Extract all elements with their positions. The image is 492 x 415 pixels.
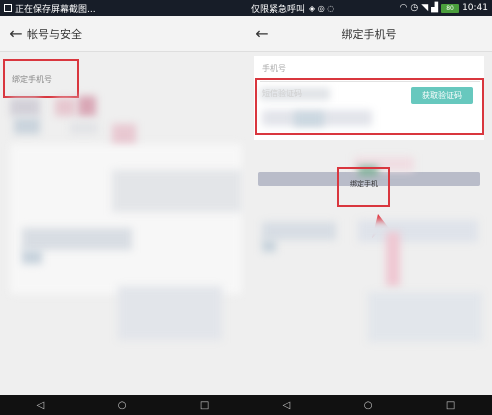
main-content: 绑定手机号 bbox=[0, 52, 246, 415]
page-title: 绑定手机号 bbox=[341, 27, 397, 41]
home-circle-icon[interactable]: ○ bbox=[118, 400, 127, 411]
back-triangle-icon[interactable]: ◁ bbox=[37, 400, 45, 411]
blurred-block bbox=[70, 122, 98, 134]
status-notification: 正在保存屏幕截图... bbox=[15, 4, 96, 15]
page-title: 帐号与安全 bbox=[27, 27, 82, 41]
main-content: 手机号 短信验证码 获取验证码 绑定手机 bbox=[246, 52, 492, 415]
back-triangle-icon[interactable]: ◁ bbox=[283, 400, 291, 411]
back-arrow-icon[interactable]: ← bbox=[5, 23, 27, 45]
highlight-box bbox=[337, 167, 390, 207]
recents-square-icon[interactable]: □ bbox=[446, 400, 455, 411]
blurred-block bbox=[22, 250, 42, 264]
blurred-block bbox=[112, 170, 242, 212]
headphone-icon: ◠ bbox=[399, 3, 408, 13]
header-bar: ← 绑定手机号 bbox=[246, 16, 492, 52]
left-phone-screen: 正在保存屏幕截图... ← 帐号与安全 绑定手机号 ◁ ○ □ bbox=[0, 0, 246, 415]
back-arrow-icon[interactable]: ← bbox=[251, 23, 273, 45]
header-bar: ← 帐号与安全 bbox=[0, 16, 246, 52]
alarm-icon: ◷ bbox=[410, 3, 419, 13]
blurred-block bbox=[22, 228, 132, 250]
blurred-block bbox=[262, 240, 276, 252]
blurred-block bbox=[262, 222, 336, 240]
blurred-block bbox=[118, 286, 222, 340]
recents-square-icon[interactable]: □ bbox=[200, 400, 209, 411]
status-bar: 正在保存屏幕截图... bbox=[0, 0, 246, 16]
highlight-box bbox=[255, 78, 484, 135]
screenshot-icon bbox=[4, 4, 12, 12]
blurred-block bbox=[358, 220, 478, 242]
wifi-icon: ◥ bbox=[421, 3, 429, 13]
blurred-block bbox=[55, 98, 75, 116]
blurred-block bbox=[368, 292, 482, 342]
android-nav-bar: ◁ ○ □ bbox=[0, 395, 246, 415]
right-phone-screen: 仅限紧急呼叫 ◈ ◎ ◌ ◠ ◷ ◥ ▟ 80 10:41 ← 绑定手机号 手机… bbox=[246, 0, 492, 415]
notification-icons: ◈ ◎ ◌ bbox=[309, 3, 335, 13]
status-time: 10:41 bbox=[462, 3, 488, 13]
android-nav-bar: ◁ ○ □ bbox=[246, 395, 492, 415]
blurred-block bbox=[14, 118, 40, 134]
blurred-panel bbox=[10, 144, 242, 294]
blurred-block bbox=[386, 232, 400, 286]
phone-input[interactable]: 手机号 bbox=[262, 63, 286, 74]
battery-icon: 80 bbox=[441, 3, 460, 13]
status-bar: 仅限紧急呼叫 ◈ ◎ ◌ ◠ ◷ ◥ ▟ 80 10:41 bbox=[246, 0, 492, 16]
home-circle-icon[interactable]: ○ bbox=[364, 400, 373, 411]
blurred-block bbox=[10, 98, 40, 116]
status-emergency-text: 仅限紧急呼叫 bbox=[251, 4, 306, 15]
highlight-box bbox=[3, 59, 79, 98]
blurred-block bbox=[78, 96, 96, 116]
signal-icon: ▟ bbox=[431, 3, 439, 13]
